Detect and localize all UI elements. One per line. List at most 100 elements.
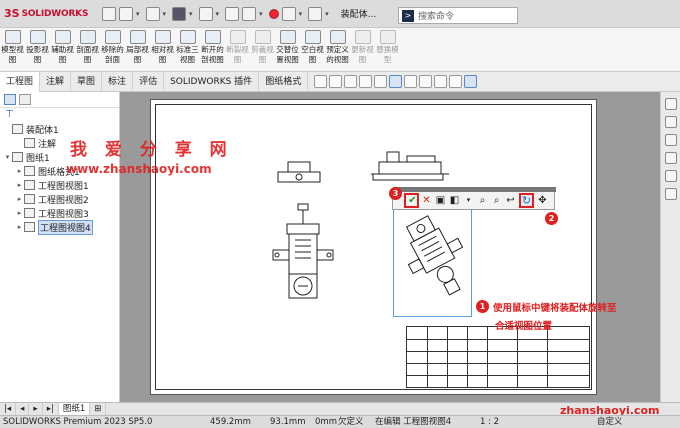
filter-icon[interactable]: ⊤ — [0, 108, 119, 122]
expand-toggle-icon[interactable]: ▾ — [3, 153, 12, 161]
ribbon-button-icon — [54, 30, 71, 44]
zoom-icon[interactable]: ⌕ — [477, 195, 488, 206]
file-properties-icon[interactable] — [281, 6, 296, 21]
annotation-line-2: 合适视图位置 — [495, 321, 553, 332]
ribbon-button-11[interactable]: 交替位置视图 — [275, 28, 300, 71]
file-explorer-icon[interactable] — [664, 134, 677, 146]
ribbon-button-icon — [179, 30, 196, 44]
tree-node[interactable]: 装配体1 — [3, 122, 119, 136]
print-icon[interactable] — [198, 6, 213, 21]
search-icon: > — [402, 9, 414, 22]
pan-icon[interactable]: ✥ — [537, 195, 548, 206]
zoom-area-icon[interactable] — [329, 75, 343, 88]
save-icon[interactable] — [172, 6, 187, 21]
tab-6[interactable]: 图纸格式 — [259, 71, 309, 92]
selected-drawing-view-4[interactable] — [393, 205, 472, 317]
ribbon-button-7[interactable]: 标准三视图 — [175, 28, 200, 71]
ribbon-button-6[interactable]: 相对视图 — [150, 28, 175, 71]
appearance-icon[interactable] — [419, 75, 433, 88]
hide-show-icon[interactable] — [404, 75, 418, 88]
tree-node[interactable]: ▸ 工程图视图2 — [3, 192, 119, 206]
ribbon-button-14[interactable]: 更新视图 — [350, 28, 375, 71]
tab-1[interactable]: 注解 — [40, 71, 72, 92]
panel-tabs — [0, 92, 119, 108]
new-file-icon[interactable] — [119, 6, 133, 21]
tree-node[interactable]: ▸ 工程图视图4 — [3, 219, 119, 235]
section-view-icon[interactable] — [359, 75, 373, 88]
expand-toggle-icon[interactable]: ▸ — [15, 167, 24, 175]
ribbon-button-8[interactable]: 断开的剖视图 — [200, 28, 225, 71]
feature-tree-tab-icon[interactable] — [4, 94, 16, 105]
display-style-icon[interactable] — [389, 75, 403, 88]
add-sheet-icon[interactable]: ⊞ — [90, 402, 107, 416]
dropdown-icon[interactable]: ▾ — [463, 195, 474, 206]
properties-dropdown-icon[interactable]: ▾ — [299, 10, 303, 18]
ribbon-button-12[interactable]: 空白视图 — [300, 28, 325, 71]
expand-toggle-icon[interactable]: ▸ — [15, 209, 24, 217]
expand-toggle-icon[interactable]: ▸ — [15, 223, 24, 231]
expand-toggle-icon[interactable]: ▸ — [15, 195, 24, 203]
view-palette-icon[interactable] — [664, 152, 677, 164]
tab-3[interactable]: 标注 — [102, 71, 134, 92]
save-dropdown-icon[interactable]: ▾ — [189, 10, 193, 18]
status-units[interactable]: 自定义 — [597, 416, 623, 428]
nav-first-icon[interactable]: |◂ — [0, 402, 17, 416]
undo-icon[interactable] — [225, 6, 240, 21]
options-dropdown-icon[interactable]: ▾ — [325, 10, 329, 18]
cancel-x-icon[interactable]: ✕ — [421, 195, 432, 206]
ribbon-button-1[interactable]: 投影视图 — [25, 28, 50, 71]
print-dropdown-icon[interactable]: ▾ — [216, 10, 220, 18]
tab-0[interactable]: 工程图 — [0, 71, 41, 92]
tab-5[interactable]: SOLIDWORKS 插件 — [164, 71, 260, 92]
traffic-light-icon[interactable] — [268, 8, 279, 19]
ribbon-button-0[interactable]: 模型视图 — [0, 28, 25, 71]
property-manager-tab-icon[interactable] — [19, 94, 31, 105]
sheet-tab-1[interactable]: 图纸1 — [58, 402, 91, 416]
nav-last-icon[interactable]: ▸| — [43, 402, 59, 416]
appearances-icon[interactable] — [664, 170, 677, 182]
solidworks-resources-icon[interactable] — [664, 98, 677, 110]
status-scale[interactable]: 1 : 2 — [480, 416, 499, 428]
open-dropdown-icon[interactable]: ▾ — [163, 10, 167, 18]
previous-view-icon[interactable] — [344, 75, 358, 88]
tree-node[interactable]: ▸ 工程图视图1 — [3, 178, 119, 192]
home-icon[interactable] — [102, 6, 116, 21]
ribbon-button-9[interactable]: 断裂视图 — [225, 28, 250, 71]
search-commands-input[interactable]: > 搜索命令 — [398, 7, 518, 24]
expand-toggle-icon[interactable]: ▸ — [15, 181, 24, 189]
open-folder-icon[interactable] — [145, 6, 160, 21]
tree-node-icon — [24, 180, 35, 190]
monitor-icon[interactable] — [464, 75, 478, 88]
custom-properties-icon[interactable] — [664, 188, 677, 200]
ribbon-button-5[interactable]: 局部视图 — [125, 28, 150, 71]
rotate-view-icon[interactable]: ↻ — [519, 193, 534, 208]
view-copy-icon[interactable]: ◧ — [449, 195, 460, 206]
tree-node-icon — [24, 222, 35, 232]
select-arrow-icon[interactable] — [242, 6, 257, 21]
new-dropdown-icon[interactable]: ▾ — [136, 10, 140, 18]
nav-next-icon[interactable]: ▸ — [29, 402, 43, 416]
design-library-icon[interactable] — [664, 116, 677, 128]
zoom-prev-icon[interactable]: ↩ — [505, 195, 516, 206]
view-orientation-icon[interactable] — [374, 75, 388, 88]
ribbon-button-2[interactable]: 辅助视图 — [50, 28, 75, 71]
tree-node-icon — [24, 166, 35, 176]
view-settings-icon[interactable] — [449, 75, 463, 88]
zoom-in-icon[interactable]: ⌕ — [491, 195, 502, 206]
ribbon-button-13[interactable]: 预定义的视图 — [325, 28, 350, 71]
ribbon-button-15[interactable]: 替换模型 — [375, 28, 400, 71]
options-gear-icon[interactable] — [308, 6, 323, 21]
tree-node-icon — [24, 208, 35, 218]
ribbon-button-3[interactable]: 剖面视图 — [75, 28, 100, 71]
ribbon-button-10[interactable]: 剪裁视图 — [250, 28, 275, 71]
save-view-icon[interactable]: ▣ — [435, 195, 446, 206]
watermark-url: www.zhanshaoyi.com — [66, 162, 212, 176]
ribbon-button-4[interactable]: 移除的剖面 — [100, 28, 125, 71]
tab-2[interactable]: 草图 — [71, 71, 103, 92]
scene-icon[interactable] — [434, 75, 448, 88]
tree-node[interactable]: ▸ 工程图视图3 — [3, 206, 119, 220]
select-dropdown-icon[interactable]: ▾ — [259, 10, 263, 18]
zoom-to-fit-icon[interactable] — [314, 75, 328, 88]
nav-prev-icon[interactable]: ◂ — [16, 402, 30, 416]
tab-4[interactable]: 评估 — [133, 71, 165, 92]
